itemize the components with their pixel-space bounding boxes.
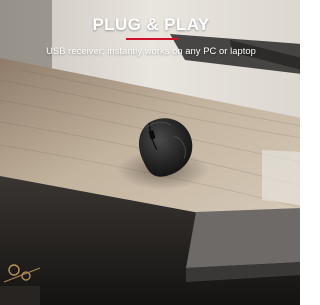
product-banner: PLUG & PLAY USB receiver; instantly work… — [0, 0, 302, 305]
side-panel — [186, 208, 302, 268]
banner-headline: PLUG & PLAY — [92, 15, 210, 34]
banner-subline: USB receiver; instantly works on any PC … — [46, 45, 256, 56]
accent-underline — [126, 38, 177, 40]
frame-border — [300, 0, 302, 305]
